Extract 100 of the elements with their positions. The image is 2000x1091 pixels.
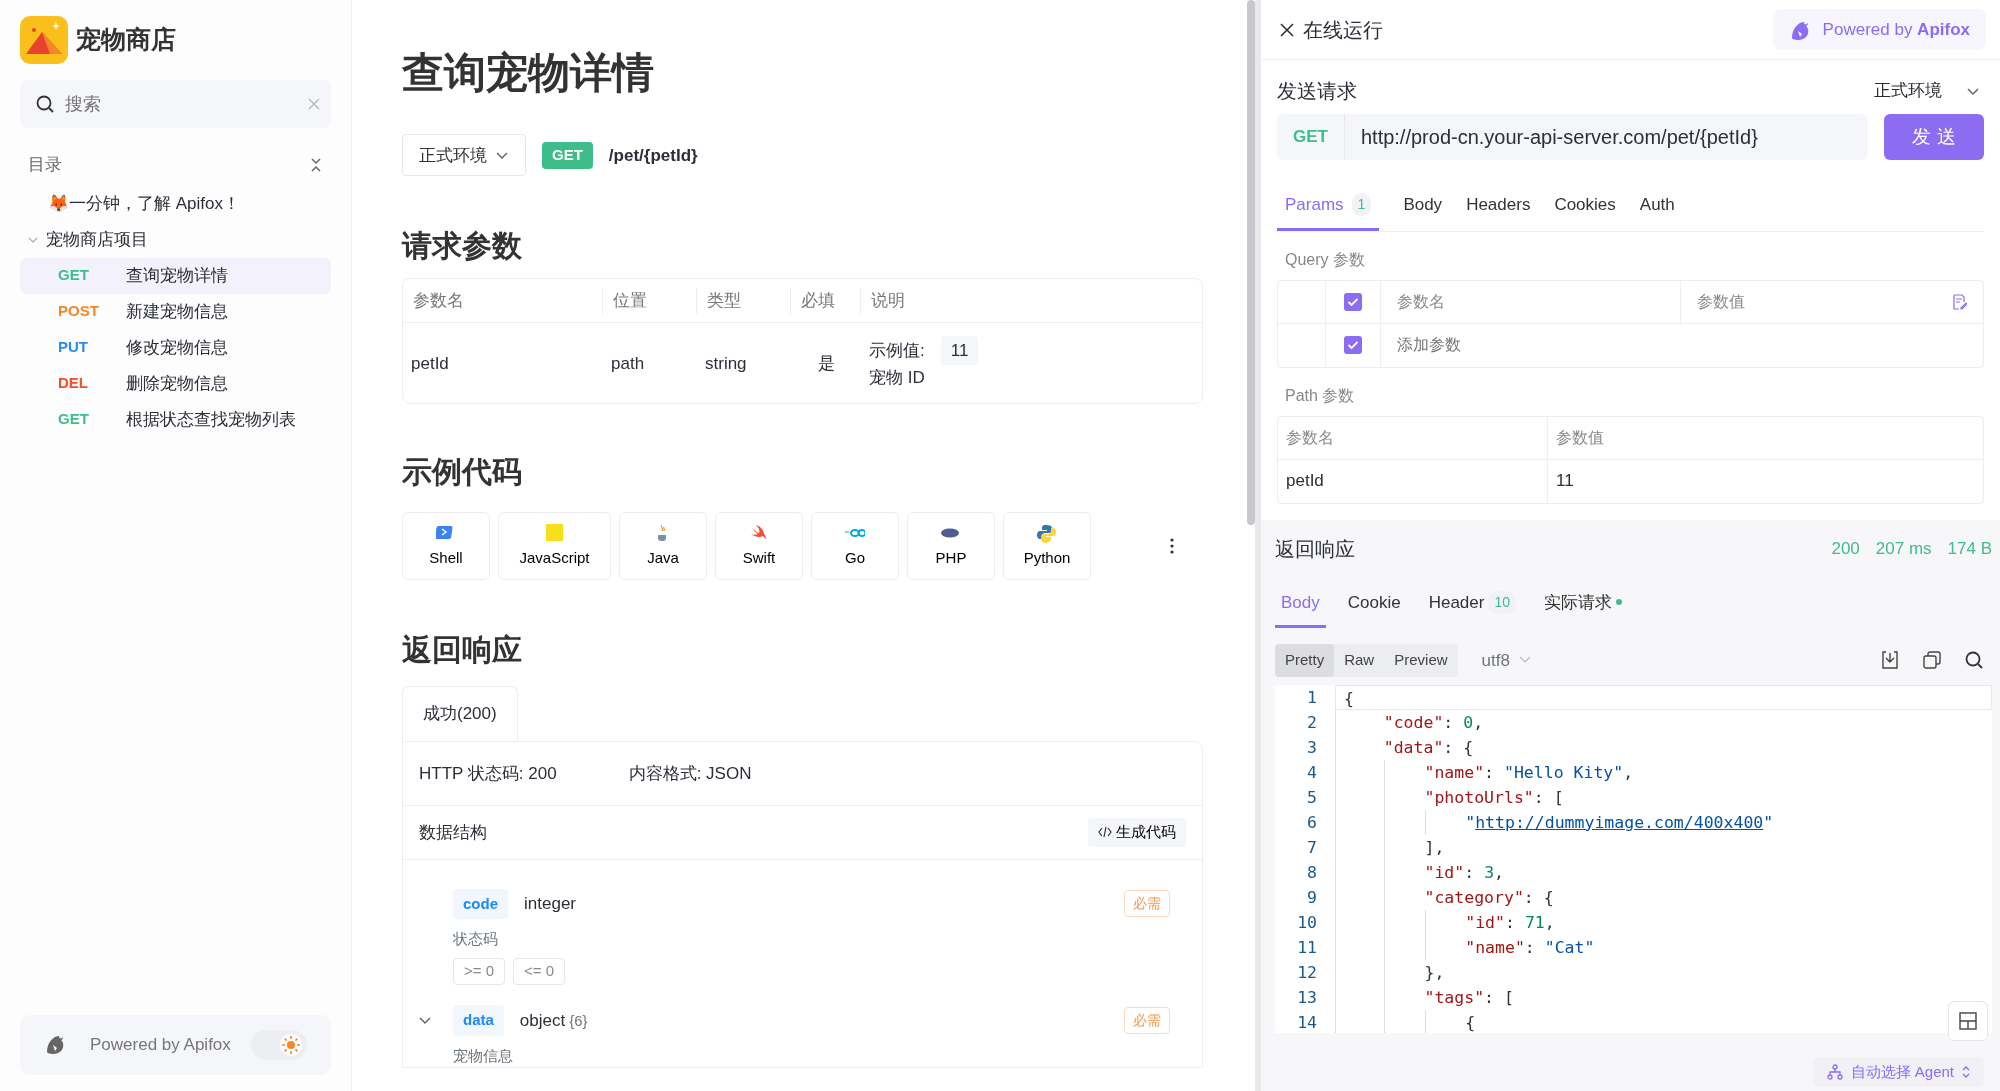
collapse-icon[interactable] — [309, 156, 323, 173]
code-line: "photoUrls": [ — [1344, 787, 1564, 807]
page-title: 查询宠物详情 — [402, 48, 655, 98]
network-icon — [1826, 1063, 1843, 1080]
code-line: }, — [1344, 962, 1445, 982]
method-label: GET — [58, 265, 90, 286]
language-tab[interactable]: Python — [1003, 512, 1091, 581]
search-field[interactable]: 搜索 — [20, 80, 331, 128]
generate-code-button[interactable]: 生成代码 — [1088, 818, 1186, 847]
updown-icon — [1962, 1064, 1970, 1079]
line-number: 6 — [1306, 811, 1318, 834]
status-text: HTTP 状态码: 200 — [419, 762, 557, 785]
endpoint-path: /pet/{petId} — [608, 144, 698, 167]
field-description: 宠物信息 — [453, 1046, 514, 1066]
table-cell-text: path — [610, 352, 646, 375]
tree-folder[interactable]: 宠物商店项目 — [20, 221, 331, 258]
chevron-icon[interactable] — [419, 1015, 431, 1026]
code-line: "name": "Hello Kity", — [1344, 762, 1634, 782]
example-value: 11 — [940, 335, 979, 366]
language-tab[interactable]: Swift — [715, 512, 803, 581]
environment-select[interactable]: 正式环境 — [1874, 78, 1984, 104]
section-label: Query 参数 — [1284, 249, 1366, 270]
line-number: 14 — [1296, 1011, 1318, 1033]
language-tab[interactable]: Java — [619, 512, 707, 581]
chevron-down-icon — [1966, 85, 1980, 97]
tree-item[interactable]: PUT 修改宠物信息 — [20, 329, 331, 366]
close-icon[interactable] — [1279, 21, 1295, 38]
language-tab[interactable]: JavaScript — [498, 512, 611, 581]
section-label: Path 参数 — [1284, 385, 1356, 406]
chevron-down-icon — [495, 149, 509, 162]
field-type: integer — [524, 893, 576, 916]
code-link[interactable]: http://dummyimage.com/400x400 — [1475, 812, 1764, 832]
tree-label: 查询宠物详情 — [126, 264, 228, 287]
environment-select[interactable]: 正式环境 — [402, 134, 526, 177]
tree-item[interactable]: DEL 删除宠物信息 — [20, 365, 331, 402]
language-tab[interactable]: Shell — [402, 512, 490, 581]
view-tab[interactable]: Raw — [1334, 644, 1385, 677]
view-tab[interactable]: Preview — [1384, 644, 1458, 677]
language-tab[interactable]: Go — [811, 512, 899, 581]
checkbox[interactable] — [1344, 336, 1362, 354]
search-input[interactable]: 搜索 — [63, 89, 299, 119]
response-tab[interactable]: Header 10 — [1422, 581, 1522, 628]
tree-item[interactable]: 🦊一分钟，了解 Apifox！ — [20, 185, 331, 222]
code-line: "tags": [ — [1344, 987, 1514, 1007]
count-badge: 1 — [1351, 193, 1372, 217]
required-tag: 必需 — [1124, 890, 1170, 918]
request-tab[interactable]: Params 1 — [1277, 184, 1380, 231]
field-name: code — [453, 888, 508, 920]
section-heading: 返回响应 — [1275, 536, 1355, 562]
powered-badge[interactable]: Powered by Apifox — [1772, 8, 1986, 51]
request-tab[interactable]: Auth — [1639, 184, 1675, 231]
tree-label: 删除宠物信息 — [126, 372, 228, 395]
response-tab[interactable]: 实际请求 — [1538, 581, 1628, 628]
response-tab[interactable]: Body — [1275, 581, 1326, 628]
powered-text: Powered by Apifox — [90, 1034, 232, 1057]
send-button[interactable]: 发 送 — [1884, 114, 1984, 160]
tree-item[interactable]: GET 根据状态查找宠物列表 — [20, 401, 331, 438]
column-header: 位置 — [603, 288, 697, 314]
url-field[interactable]: GET http://prod-cn.your-api-server.com/pet/{petId} — [1277, 114, 1868, 160]
request-tab[interactable]: Headers — [1466, 184, 1531, 231]
copy-icon[interactable] — [1923, 650, 1941, 669]
view-tab[interactable]: Pretty — [1275, 644, 1335, 677]
more-icon[interactable] — [1169, 537, 1175, 556]
language-tab[interactable]: PHP — [907, 512, 995, 581]
response-tab[interactable]: Cookie — [1341, 581, 1407, 628]
bulk-edit-icon[interactable] — [1951, 293, 1967, 310]
code-line: "code": 0, — [1382, 712, 1484, 732]
table-cell: petId — [1278, 459, 1548, 503]
schema-heading: 数据结构 — [419, 821, 487, 844]
field-type: object — [519, 1009, 566, 1032]
request-tab[interactable]: Body — [1403, 184, 1443, 231]
tree-item[interactable]: GET 查询宠物详情 — [20, 257, 331, 294]
tree-label: 宠物商店项目 — [46, 228, 148, 251]
tree-item[interactable]: POST 新建宠物信息 — [20, 293, 331, 330]
method-label: DEL — [58, 373, 89, 394]
theme-toggle[interactable] — [251, 1030, 307, 1060]
toc-label: 目录 — [28, 154, 62, 176]
download-icon[interactable] — [1881, 650, 1899, 669]
tree-label: 新建宠物信息 — [126, 300, 228, 323]
response-time: 207 ms — [1875, 537, 1932, 560]
search-icon[interactable] — [1965, 650, 1984, 670]
field-name: data — [453, 1005, 504, 1036]
method-label: GET — [1277, 114, 1345, 160]
column-header: 参数名 — [1278, 416, 1548, 459]
line-number: 9 — [1306, 886, 1318, 909]
layout-button[interactable] — [1948, 1000, 1988, 1041]
param-description: 宠物 ID — [869, 367, 926, 390]
sun-icon — [279, 1033, 303, 1057]
column-header: 说明 — [870, 290, 906, 313]
line-number: 12 — [1296, 961, 1318, 984]
encoding-select[interactable]: utf8 — [1481, 647, 1532, 673]
column-header: 必填 — [791, 288, 861, 314]
python-icon — [1037, 523, 1057, 543]
checkbox[interactable] — [1344, 292, 1362, 311]
response-tab[interactable]: 成功(200) — [402, 686, 518, 741]
constraint-tag: <= 0 — [513, 958, 566, 985]
table-cell-text: 是 — [816, 352, 836, 375]
request-tab[interactable]: Cookies — [1554, 184, 1616, 231]
scrollbar-thumb[interactable] — [1247, 0, 1255, 525]
line-number: 3 — [1306, 736, 1318, 759]
